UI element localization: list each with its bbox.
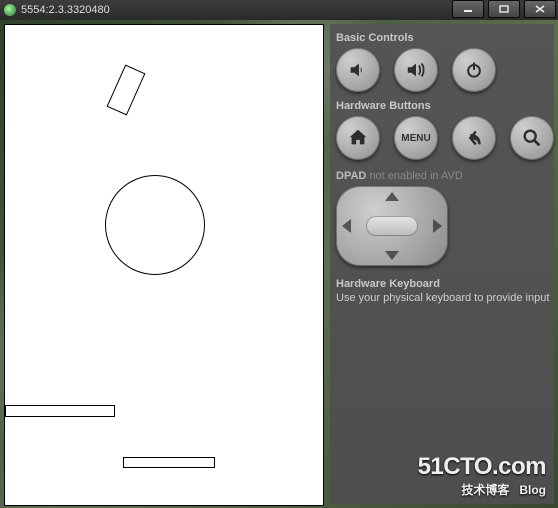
window-title: 5554:2.3.3320480: [21, 4, 450, 16]
drawn-circle: [105, 175, 205, 275]
minimize-button[interactable]: [452, 0, 484, 18]
back-button[interactable]: [452, 116, 496, 160]
watermark: 51CTO.com 技术博客 Blog: [418, 453, 546, 498]
dpad: [336, 186, 448, 266]
drawn-bar-2: [123, 457, 215, 468]
window-titlebar: 5554:2.3.3320480: [0, 0, 558, 20]
dpad-heading: DPAD not enabled in AVD: [336, 170, 554, 182]
volume-up-button[interactable]: [394, 48, 438, 92]
menu-button-label: MENU: [401, 133, 430, 144]
close-button[interactable]: [524, 0, 556, 18]
hardware-keyboard-hint: Use your physical keyboard to provide in…: [336, 292, 554, 305]
dpad-status: not enabled in AVD: [369, 170, 462, 182]
watermark-line2a: 技术博客: [461, 481, 509, 498]
power-button[interactable]: [452, 48, 496, 92]
dpad-down-icon: [385, 251, 399, 260]
dpad-left-icon: [342, 219, 351, 233]
home-button[interactable]: [336, 116, 380, 160]
android-icon: [4, 4, 16, 16]
maximize-button[interactable]: [488, 0, 520, 18]
window-buttons: [450, 0, 558, 20]
drawn-bar-1: [5, 405, 115, 417]
hardware-keyboard-heading: Hardware Keyboard: [336, 278, 554, 290]
basic-controls-heading: Basic Controls: [336, 32, 554, 44]
watermark-line2b: Blog: [519, 483, 546, 497]
emulator-screen[interactable]: [4, 24, 324, 506]
dpad-right-icon: [433, 219, 442, 233]
dpad-up-icon: [385, 192, 399, 201]
drawn-rect-rotated: [107, 65, 146, 116]
hardware-buttons-heading: Hardware Buttons: [336, 100, 554, 112]
dpad-label: DPAD: [336, 170, 366, 182]
watermark-line1: 51CTO.com: [418, 453, 546, 481]
volume-down-button[interactable]: [336, 48, 380, 92]
emulator-control-panel: Basic Controls Hardware Buttons MENU DPA…: [330, 24, 554, 504]
menu-button[interactable]: MENU: [394, 116, 438, 160]
search-button[interactable]: [510, 116, 554, 160]
dpad-center: [366, 216, 418, 236]
